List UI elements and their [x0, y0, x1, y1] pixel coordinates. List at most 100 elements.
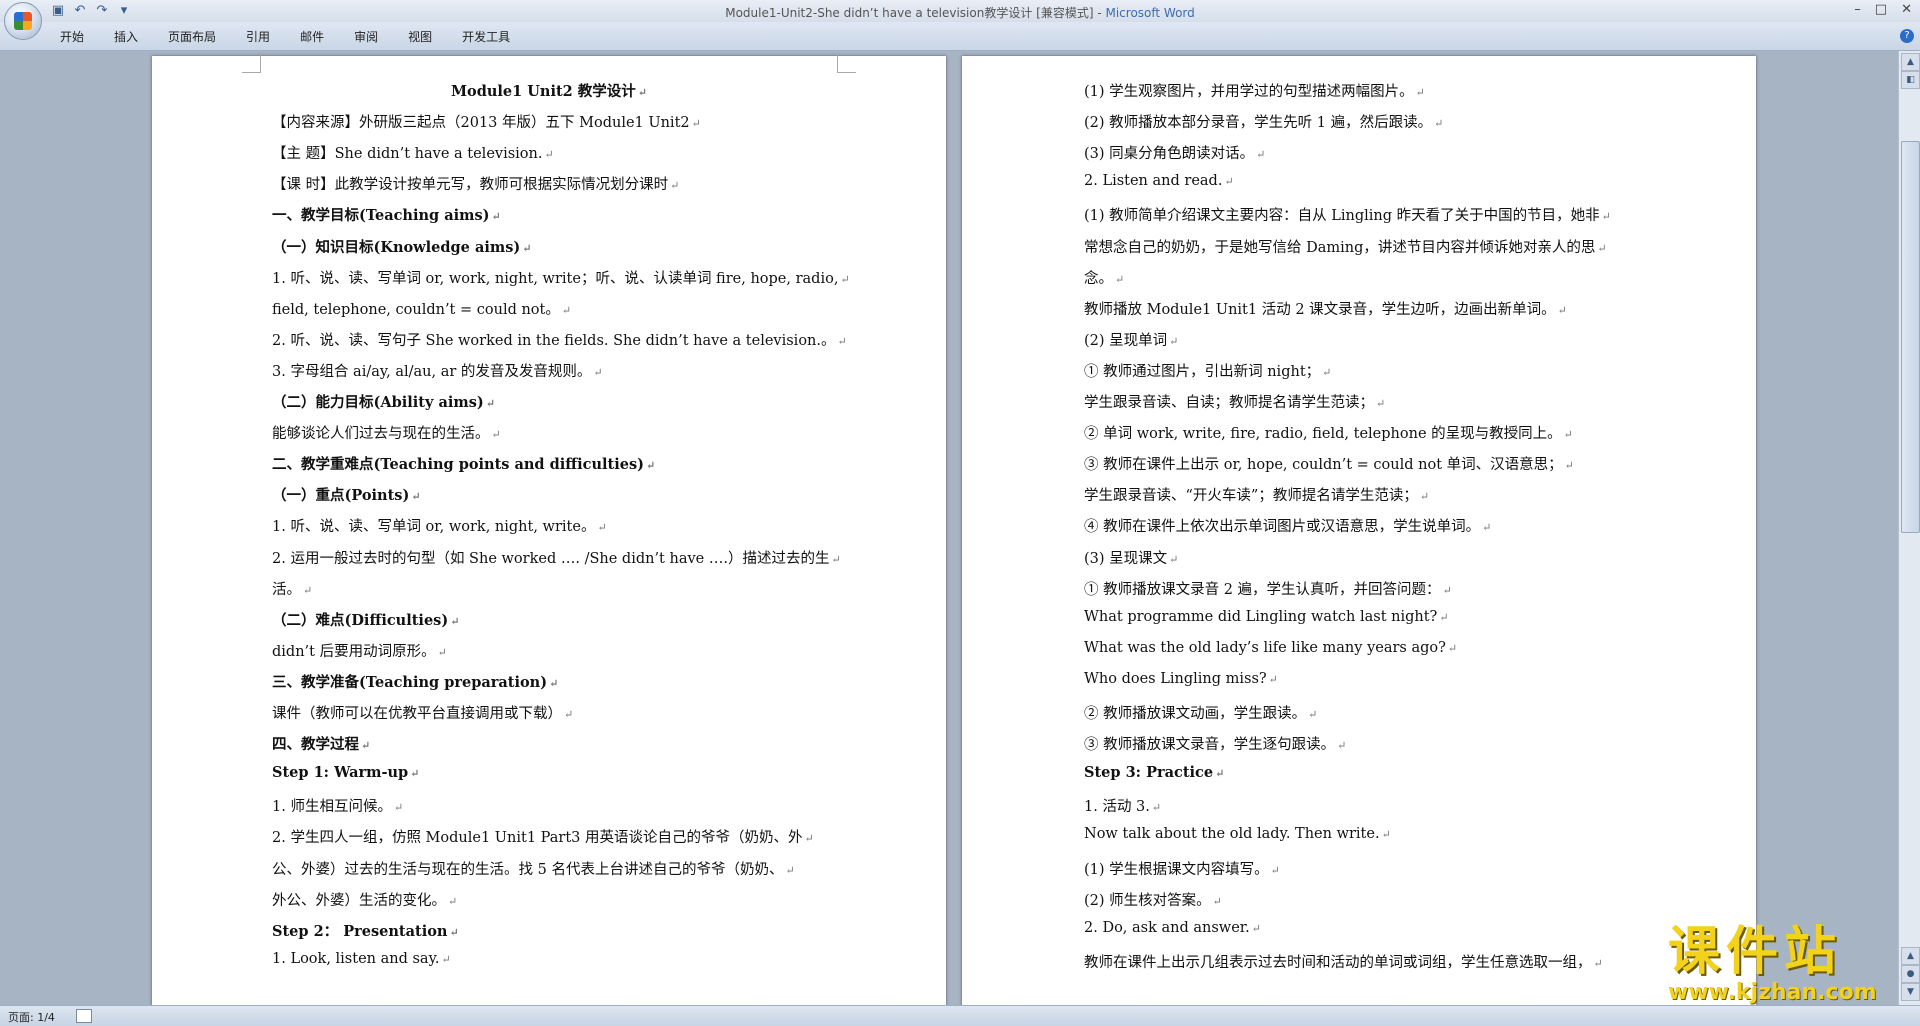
line-text: 学生跟录音读、“开火车读”；教师提名请学生范读；: [1084, 488, 1418, 505]
line-text: (3) 呈现课文: [1084, 550, 1168, 567]
paragraph-mark-icon: ↵: [646, 459, 656, 473]
page-count[interactable]: 页面: 1/4: [8, 1009, 55, 1025]
watermark-title: 课件站: [1668, 922, 1843, 982]
line-text: （二）难点(Difficulties): [272, 611, 449, 629]
ribbon-tab[interactable]: 引用: [246, 28, 270, 45]
paragraph-mark-icon: ↵: [1563, 428, 1573, 442]
office-button[interactable]: [4, 2, 42, 40]
paragraph-line: 【课 时】此教学设计按单元写，教师可根据实际情况划分课时 ↵: [272, 173, 679, 194]
ribbon-tabs: 开始 插入 页面布局 引用 邮件 审阅 视图 开发工具: [60, 28, 510, 45]
paragraph-line: （一）重点(Points) ↵: [272, 484, 421, 505]
line-text: 1. 师生相互问候。: [272, 799, 392, 816]
paragraph-mark-icon: ↵: [1482, 521, 1492, 535]
paragraph-mark-icon: ↵: [491, 210, 501, 224]
document-area: Module1 Unit2 教学设计 ↵ 【内容来源】外研版三起点（2013 年版）…: [0, 51, 1898, 1005]
paragraph-mark-icon: ↵: [597, 521, 607, 535]
page-1: Module1 Unit2 教学设计 ↵ 【内容来源】外研版三起点（2013 年版）…: [152, 54, 946, 1005]
paragraph-mark-icon: ↵: [561, 303, 572, 317]
ribbon-tab[interactable]: 邮件: [300, 28, 324, 45]
ribbon-tab[interactable]: 页面布局: [168, 28, 216, 45]
margin-corner-mark: [837, 54, 856, 73]
paragraph-mark-icon: ↵: [449, 925, 459, 939]
watermark-url: www.kjzhan.com: [1668, 980, 1877, 1005]
line-text: 2. 学生四人一组，仿照 Module1 Unit1 Part3 用英语谈论自己…: [272, 830, 803, 847]
paragraph-line: ③ 教师在课件上出示 or, hope, couldn’t = could no…: [1084, 453, 1574, 474]
ribbon-tab[interactable]: 审阅: [354, 28, 378, 45]
paragraph-line: 学生跟录音读、“开火车读”；教师提名请学生范读； ↵: [1084, 484, 1429, 505]
paragraph-mark-icon: ↵: [1268, 672, 1278, 686]
paragraph-mark-icon: ↵: [448, 894, 458, 908]
paragraph-mark-icon: ↵: [441, 952, 451, 966]
line-text: Step 2： Presentation: [272, 922, 448, 940]
minimize-icon[interactable]: –: [1854, 2, 1861, 17]
paragraph-mark-icon: ↵: [1169, 552, 1179, 566]
window-controls: – □ ✕: [1854, 2, 1912, 17]
status-bar: 页面: 1/4: [0, 1005, 1920, 1026]
paragraph-line: 1. Look, listen and say. ↵: [272, 951, 451, 967]
paragraph-line: 2. 运用一般过去时的句型（如 She worked …. /She didn’…: [272, 547, 841, 568]
paragraph-mark-icon: ↵: [1564, 459, 1574, 473]
paragraph-mark-icon: ↵: [1115, 272, 1125, 286]
app-name: Microsoft Word: [1105, 6, 1195, 20]
line-text: ① 教师播放课文录音 2 遍，学生认真听，并回答问题：: [1084, 581, 1441, 598]
office-logo-icon: [14, 12, 32, 30]
line-text: 教师播放 Module1 Unit1 活动 2 课文录音，学生边听，边画出新单词…: [1084, 301, 1556, 318]
line-text: 1. 活动 3.: [1084, 799, 1150, 816]
paragraph-line: 1. 活动 3. ↵: [1084, 795, 1161, 816]
close-icon[interactable]: ✕: [1901, 2, 1912, 17]
paragraph-line: 能够谈论人们过去与现在的生活。 ↵: [272, 422, 501, 443]
paragraph-line: 公、外婆）过去的生活与现在的生活。找 5 名代表上台讲述自己的爷爷（奶奶、 ↵: [272, 858, 795, 879]
paragraph-line: 活。 ↵: [272, 578, 312, 599]
paragraph-mark-icon: ↵: [544, 148, 554, 162]
line-text: ③ 教师在课件上出示 or, hope, couldn’t = could no…: [1084, 457, 1563, 474]
line-text: 常想念自己的奶奶，于是她写信给 Daming，讲述节目内容并倾诉她对亲人的思: [1084, 239, 1596, 256]
paragraph-mark-icon: ↵: [564, 708, 574, 721]
maximize-icon[interactable]: □: [1875, 2, 1887, 17]
paragraph-mark-icon: ↵: [1256, 148, 1266, 162]
paragraph-mark-icon: ↵: [361, 739, 371, 753]
ribbon-tab[interactable]: 插入: [114, 28, 138, 45]
scroll-up-icon[interactable]: ▲: [1901, 53, 1920, 71]
paragraph-line: Step 2： Presentation ↵: [272, 920, 459, 941]
line-text: (2) 师生核对答案。: [1084, 892, 1211, 909]
paragraph-line: 2. Do, ask and answer. ↵: [1084, 920, 1261, 936]
line-text: 【内容来源】外研版三起点（2013 年版）五下 Module1 Unit2: [272, 115, 690, 132]
line-text: ② 教师播放课文动画，学生跟读。: [1084, 706, 1307, 722]
ribbon-tab[interactable]: 开始: [60, 28, 84, 45]
paragraph-line: (1) 学生观察图片，并用学过的句型描述两幅图片。 ↵: [1084, 80, 1425, 101]
paragraph-mark-icon: ↵: [410, 767, 420, 781]
paragraph-line: 常想念自己的奶奶，于是她写信给 Daming，讲述节目内容并倾诉她对亲人的思 ↵: [1084, 236, 1607, 257]
vertical-scrollbar[interactable]: ▲ ◧ ▲ ● ▼: [1898, 51, 1920, 1005]
paragraph-line: ③ 教师播放课文录音，学生逐句跟读。 ↵: [1084, 733, 1346, 754]
paragraph-line: 教师播放 Module1 Unit1 活动 2 课文录音，学生边听，边画出新单词…: [1084, 298, 1567, 319]
paragraph-mark-icon: ↵: [522, 241, 532, 255]
scrollbar-thumb[interactable]: [1901, 141, 1920, 533]
ruler-toggle-icon[interactable]: ◧: [1901, 71, 1920, 89]
line-text: 四、教学过程: [272, 736, 359, 754]
paragraph-line: 1. 听、说、读、写单词 or, work, night, write；听、说、…: [272, 267, 850, 288]
paragraph-line: (3) 同桌分角色朗读对话。 ↵: [1084, 142, 1265, 163]
line-text: 【主 题】She didn’t have a television.: [272, 146, 543, 163]
paragraph-line: Who does Lingling miss? ↵: [1084, 671, 1278, 687]
paragraph-line: (1) 学生根据课文内容填写。 ↵: [1084, 858, 1280, 879]
paragraph-mark-icon: ↵: [411, 490, 421, 504]
line-text: didn’t 后要用动词原形。: [272, 643, 436, 660]
line-text: 2. 运用一般过去时的句型（如 She worked …. /She didn’…: [272, 550, 830, 567]
proofing-icon[interactable]: [76, 1009, 92, 1023]
paragraph-line: 【主 题】She didn’t have a television. ↵: [272, 142, 554, 163]
line-text: 3. 字母组合 ai/ay, al/au, ar 的发音及发音规则。: [272, 363, 592, 380]
ribbon-tab[interactable]: 视图: [408, 28, 432, 45]
line-text: 【课 时】此教学设计按单元写，教师可根据实际情况划分课时: [272, 177, 669, 194]
paragraph-line: field, telephone, couldn’t = could not。 ↵: [272, 298, 571, 319]
paragraph-line: ① 教师通过图片，引出新词 night； ↵: [1084, 360, 1331, 381]
paragraph-mark-icon: ↵: [1251, 921, 1261, 935]
paragraph-line: (1) 教师简单介绍课文主要内容：自从 Lingling 昨天看了关于中国的节目…: [1084, 204, 1611, 225]
ribbon-tab[interactable]: 开发工具: [462, 28, 510, 45]
paragraph-line: 外公、外婆）生活的变化。 ↵: [272, 889, 457, 910]
paragraph-mark-icon: ↵: [1308, 708, 1318, 721]
paragraph-line: 1. 师生相互问候。 ↵: [272, 795, 403, 816]
paragraph-line: 三、教学准备(Teaching preparation) ↵: [272, 671, 558, 692]
help-icon[interactable]: ?: [1900, 29, 1914, 43]
line-text: (1) 学生观察图片，并用学过的句型描述两幅图片。: [1084, 84, 1414, 100]
paragraph-mark-icon: ↵: [303, 583, 313, 597]
